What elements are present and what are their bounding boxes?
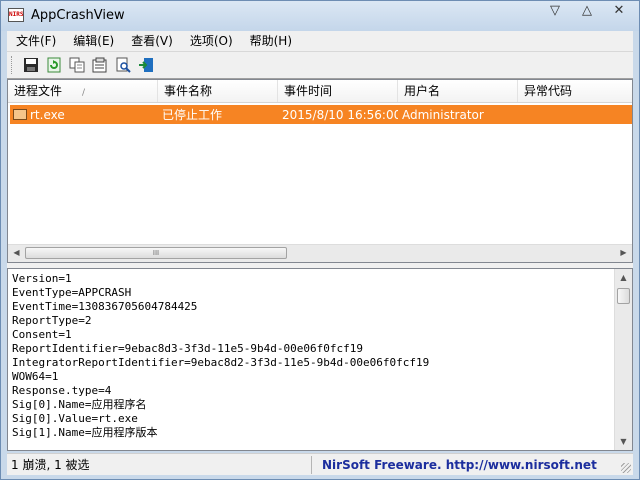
detail-line: WOW64=1 (12, 370, 59, 383)
cell-time: 2015/8/10 16:56:00 (282, 107, 398, 122)
column-event-name[interactable]: 事件名称 (158, 80, 278, 102)
cell-user: Administrator (402, 107, 484, 122)
window-controls: ▽ △ ✕ (539, 1, 635, 21)
column-username[interactable]: 用户名 (398, 80, 518, 102)
status-bar: 1 崩溃, 1 被选 NirSoft Freeware. http://www.… (7, 453, 633, 475)
crash-list[interactable]: 进程文件 / 事件名称 事件时间 用户名 异常代码 rt.exe 已停止工作 20… (7, 79, 633, 263)
detail-line: Version=1 (12, 272, 72, 285)
detail-line: ReportIdentifier=9ebac8d3-3f3d-11e5-9b4d… (12, 342, 363, 355)
cell-process: rt.exe (30, 107, 65, 122)
save-icon (23, 58, 38, 72)
menu-file[interactable]: 文件(F) (7, 31, 64, 51)
table-row[interactable]: rt.exe 已停止工作 2015/8/10 16:56:00 Administ… (10, 105, 632, 124)
scroll-up-icon[interactable]: ▲ (615, 269, 632, 286)
close-button[interactable]: ✕ (603, 1, 635, 21)
column-process-label: 进程文件 (14, 84, 63, 98)
cell-event: 已停止工作 (162, 108, 223, 122)
nirsoft-link[interactable]: NirSoft Freeware. http://www.nirsoft.net (312, 458, 597, 472)
refresh-icon (47, 57, 60, 73)
details-vertical-scrollbar[interactable]: ▲ ▼ (614, 269, 632, 450)
column-event-time[interactable]: 事件时间 (278, 80, 398, 102)
detail-line: EventType=APPCRASH (12, 286, 132, 299)
app-icon: NIRS (8, 8, 24, 22)
toolbar-grip (11, 56, 14, 74)
detail-line: Consent=1 (12, 328, 72, 341)
exit-icon (138, 58, 153, 72)
column-exception-code[interactable]: 异常代码 (518, 80, 632, 102)
properties-icon (92, 57, 106, 73)
copy-button[interactable] (65, 54, 88, 76)
find-button[interactable] (111, 54, 134, 76)
detail-line: ReportType=2 (12, 314, 92, 327)
detail-line: Response.type=4 (12, 384, 112, 397)
detail-line: Sig[0].Name=应用程序名 (12, 398, 147, 411)
menu-help[interactable]: 帮助(H) (241, 31, 300, 51)
app-window: NIRS AppCrashView ▽ △ ✕ 文件(F) 编辑(E) 查看(V… (0, 0, 640, 480)
save-button[interactable] (19, 54, 42, 76)
application-icon (13, 109, 27, 120)
detail-line: Sig[1].Name=应用程序版本 (12, 426, 158, 439)
detail-line: Sig[0].Value=rt.exe (12, 412, 138, 425)
scroll-left-icon[interactable]: ◀ (8, 245, 25, 261)
menu-edit[interactable]: 编辑(E) (64, 31, 122, 51)
exit-button[interactable] (134, 54, 157, 76)
menu-view[interactable]: 查看(V) (122, 31, 181, 51)
status-selection-count: 1 崩溃, 1 被选 (7, 455, 312, 474)
copy-icon (69, 57, 84, 73)
properties-button[interactable] (88, 54, 111, 76)
details-text: Version=1 EventType=APPCRASH EventTime=130… (12, 272, 429, 440)
resize-grip-icon[interactable] (621, 463, 631, 473)
details-panel[interactable]: Version=1 EventType=APPCRASH EventTime=130… (7, 268, 633, 451)
detail-line: IntegratorReportIdentifier=9ebac8d2-3f3d… (12, 356, 430, 369)
toolbar (7, 51, 633, 79)
scroll-down-icon[interactable]: ▼ (615, 433, 632, 450)
column-process[interactable]: 进程文件 / (8, 80, 158, 102)
minimize-button[interactable]: ▽ (539, 1, 571, 21)
list-header: 进程文件 / 事件名称 事件时间 用户名 异常代码 (8, 80, 632, 103)
sort-indicator: / (82, 88, 86, 98)
detail-line: EventTime=130836705604784425 (12, 300, 198, 313)
refresh-button[interactable] (42, 54, 65, 76)
menu-bar: 文件(F) 编辑(E) 查看(V) 选项(O) 帮助(H) (7, 31, 633, 51)
scroll-thumb[interactable]: III (25, 247, 287, 259)
maximize-button[interactable]: △ (571, 1, 603, 21)
window-title: AppCrashView (31, 8, 125, 23)
list-horizontal-scrollbar[interactable]: ◀ III ▶ (8, 244, 632, 262)
title-bar[interactable]: NIRS AppCrashView ▽ △ ✕ (1, 1, 639, 31)
menu-options[interactable]: 选项(O) (181, 31, 241, 51)
find-icon (116, 57, 131, 73)
scroll-thumb[interactable] (617, 288, 630, 304)
scroll-right-icon[interactable]: ▶ (615, 245, 632, 261)
